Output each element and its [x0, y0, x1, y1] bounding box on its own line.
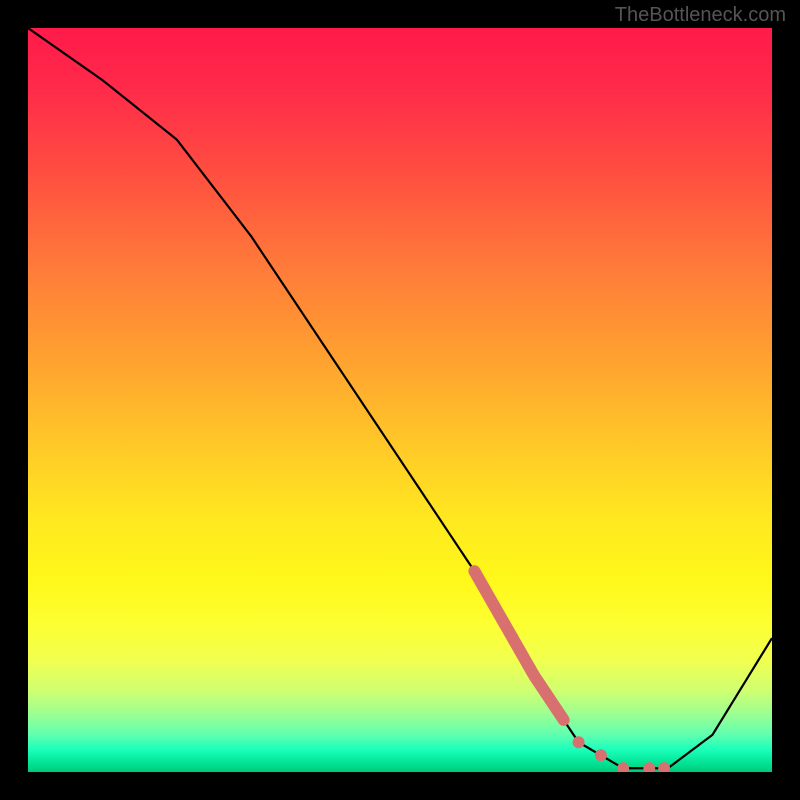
highlight-dot [643, 762, 655, 772]
highlight-segment [474, 571, 563, 720]
highlight-dot [595, 749, 607, 761]
chart-curve [28, 28, 772, 768]
highlight-dot [617, 762, 629, 772]
highlight-dot [573, 736, 585, 748]
chart-curve-group [28, 28, 772, 772]
highlight-dot [658, 762, 670, 772]
chart-svg [28, 28, 772, 772]
highlight-dots [573, 736, 671, 772]
chart-plot-area [28, 28, 772, 772]
watermark-text: TheBottleneck.com [615, 4, 786, 27]
